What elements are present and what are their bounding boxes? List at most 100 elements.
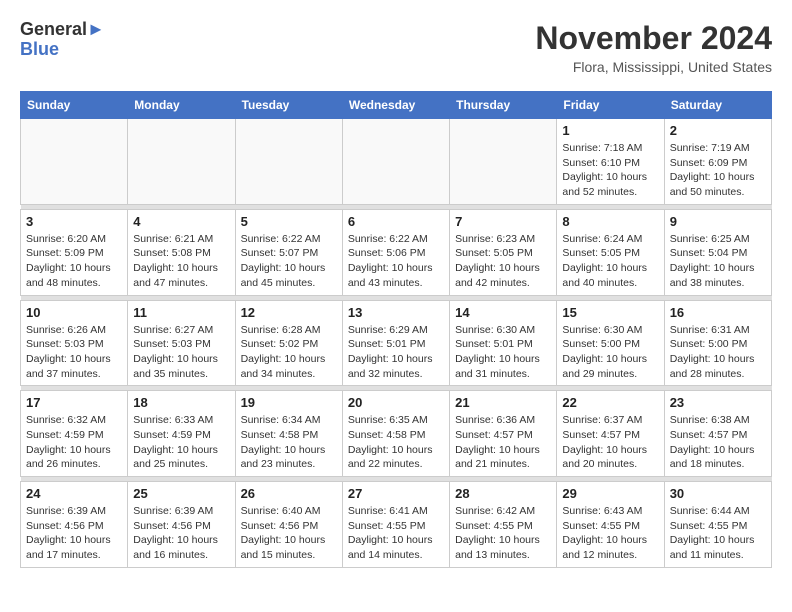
calendar-cell — [342, 119, 449, 205]
day-info: Sunrise: 6:20 AMSunset: 5:09 PMDaylight:… — [26, 232, 122, 291]
weekday-header-saturday: Saturday — [664, 92, 771, 119]
calendar-week-row: 1 Sunrise: 7:18 AMSunset: 6:10 PMDaylight… — [21, 119, 772, 205]
day-number: 16 — [670, 305, 766, 320]
logo: General► Blue — [20, 20, 105, 60]
day-number: 13 — [348, 305, 444, 320]
day-info: Sunrise: 6:30 AMSunset: 5:01 PMDaylight:… — [455, 323, 551, 382]
logo-blue-text: Blue — [20, 39, 59, 59]
day-number: 24 — [26, 486, 122, 501]
calendar-header-row: SundayMondayTuesdayWednesdayThursdayFrid… — [21, 92, 772, 119]
day-info: Sunrise: 6:41 AMSunset: 4:55 PMDaylight:… — [348, 504, 444, 563]
weekday-header-monday: Monday — [128, 92, 235, 119]
day-number: 21 — [455, 395, 551, 410]
calendar-cell: 5Sunrise: 6:22 AMSunset: 5:07 PMDaylight… — [235, 209, 342, 295]
day-number: 18 — [133, 395, 229, 410]
calendar-body: 1 Sunrise: 7:18 AMSunset: 6:10 PMDaylight… — [21, 119, 772, 568]
calendar-cell: 14Sunrise: 6:30 AMSunset: 5:01 PMDayligh… — [450, 300, 557, 386]
day-info: Sunrise: 6:44 AMSunset: 4:55 PMDaylight:… — [670, 504, 766, 563]
weekday-header-thursday: Thursday — [450, 92, 557, 119]
day-info: Sunrise: 6:23 AMSunset: 5:05 PMDaylight:… — [455, 232, 551, 291]
logo-wordmark: General► Blue — [20, 20, 105, 60]
day-number: 26 — [241, 486, 337, 501]
day-info: Sunrise: 6:42 AMSunset: 4:55 PMDaylight:… — [455, 504, 551, 563]
day-number: 23 — [670, 395, 766, 410]
day-info: Sunrise: 6:33 AMSunset: 4:59 PMDaylight:… — [133, 413, 229, 472]
calendar-cell — [128, 119, 235, 205]
day-number: 28 — [455, 486, 551, 501]
calendar-cell: 21 Sunrise: 6:36 AMSunset: 4:57 PMDayligh… — [450, 391, 557, 477]
calendar-cell: 25 Sunrise: 6:39 AMSunset: 4:56 PMDayligh… — [128, 482, 235, 568]
logo-general-text: General — [20, 19, 87, 39]
month-title: November 2024 — [535, 20, 772, 57]
calendar: SundayMondayTuesdayWednesdayThursdayFrid… — [20, 91, 772, 568]
calendar-cell: 7 Sunrise: 6:23 AMSunset: 5:05 PMDaylight… — [450, 209, 557, 295]
calendar-week-row: 10Sunrise: 6:26 AMSunset: 5:03 PMDayligh… — [21, 300, 772, 386]
day-info: Sunrise: 6:32 AMSunset: 4:59 PMDaylight:… — [26, 413, 122, 472]
calendar-cell: 3 Sunrise: 6:20 AMSunset: 5:09 PMDaylight… — [21, 209, 128, 295]
calendar-cell: 23Sunrise: 6:38 AMSunset: 4:57 PMDayligh… — [664, 391, 771, 477]
day-number: 19 — [241, 395, 337, 410]
calendar-cell: 9 Sunrise: 6:25 AMSunset: 5:04 PMDaylight… — [664, 209, 771, 295]
day-info: Sunrise: 6:21 AMSunset: 5:08 PMDaylight:… — [133, 232, 229, 291]
calendar-cell: 8Sunrise: 6:24 AMSunset: 5:05 PMDaylight… — [557, 209, 664, 295]
day-info: Sunrise: 7:19 AMSunset: 6:09 PMDaylight:… — [670, 141, 766, 200]
calendar-cell: 20 Sunrise: 6:35 AMSunset: 4:58 PMDayligh… — [342, 391, 449, 477]
calendar-cell: 28 Sunrise: 6:42 AMSunset: 4:55 PMDayligh… — [450, 482, 557, 568]
calendar-cell: 18 Sunrise: 6:33 AMSunset: 4:59 PMDayligh… — [128, 391, 235, 477]
day-info: Sunrise: 6:29 AMSunset: 5:01 PMDaylight:… — [348, 323, 444, 382]
day-number: 1 — [562, 123, 658, 138]
day-number: 25 — [133, 486, 229, 501]
weekday-header-wednesday: Wednesday — [342, 92, 449, 119]
day-number: 20 — [348, 395, 444, 410]
calendar-cell — [235, 119, 342, 205]
calendar-week-row: 17 Sunrise: 6:32 AMSunset: 4:59 PMDayligh… — [21, 391, 772, 477]
day-number: 29 — [562, 486, 658, 501]
header: General► Blue November 2024 Flora, Missi… — [20, 20, 772, 75]
calendar-cell: 12Sunrise: 6:28 AMSunset: 5:02 PMDayligh… — [235, 300, 342, 386]
day-info: Sunrise: 6:40 AMSunset: 4:56 PMDaylight:… — [241, 504, 337, 563]
calendar-cell: 6 Sunrise: 6:22 AMSunset: 5:06 PMDaylight… — [342, 209, 449, 295]
day-number: 27 — [348, 486, 444, 501]
day-number: 11 — [133, 305, 229, 320]
day-info: Sunrise: 6:24 AMSunset: 5:05 PMDaylight:… — [562, 232, 658, 291]
day-number: 22 — [562, 395, 658, 410]
day-number: 4 — [133, 214, 229, 229]
day-info: Sunrise: 6:25 AMSunset: 5:04 PMDaylight:… — [670, 232, 766, 291]
day-info: Sunrise: 6:39 AMSunset: 4:56 PMDaylight:… — [133, 504, 229, 563]
calendar-cell: 11 Sunrise: 6:27 AMSunset: 5:03 PMDayligh… — [128, 300, 235, 386]
day-info: Sunrise: 6:30 AMSunset: 5:00 PMDaylight:… — [562, 323, 658, 382]
calendar-cell: 13 Sunrise: 6:29 AMSunset: 5:01 PMDayligh… — [342, 300, 449, 386]
calendar-cell: 26 Sunrise: 6:40 AMSunset: 4:56 PMDayligh… — [235, 482, 342, 568]
calendar-week-row: 3 Sunrise: 6:20 AMSunset: 5:09 PMDaylight… — [21, 209, 772, 295]
calendar-cell: 22Sunrise: 6:37 AMSunset: 4:57 PMDayligh… — [557, 391, 664, 477]
calendar-cell: 4 Sunrise: 6:21 AMSunset: 5:08 PMDaylight… — [128, 209, 235, 295]
day-info: Sunrise: 6:22 AMSunset: 5:07 PMDaylight:… — [241, 232, 337, 291]
weekday-header-friday: Friday — [557, 92, 664, 119]
weekday-header-sunday: Sunday — [21, 92, 128, 119]
day-number: 10 — [26, 305, 122, 320]
day-info: Sunrise: 6:34 AMSunset: 4:58 PMDaylight:… — [241, 413, 337, 472]
day-number: 6 — [348, 214, 444, 229]
day-info: Sunrise: 6:36 AMSunset: 4:57 PMDaylight:… — [455, 413, 551, 472]
day-info: Sunrise: 6:27 AMSunset: 5:03 PMDaylight:… — [133, 323, 229, 382]
day-info: Sunrise: 7:18 AMSunset: 6:10 PMDaylight:… — [562, 141, 658, 200]
day-number: 3 — [26, 214, 122, 229]
logo-icon-shape: ► — [87, 19, 105, 39]
calendar-cell — [450, 119, 557, 205]
title-area: November 2024 Flora, Mississippi, United… — [535, 20, 772, 75]
calendar-cell: 24Sunrise: 6:39 AMSunset: 4:56 PMDayligh… — [21, 482, 128, 568]
calendar-cell: 16Sunrise: 6:31 AMSunset: 5:00 PMDayligh… — [664, 300, 771, 386]
calendar-cell: 1 Sunrise: 7:18 AMSunset: 6:10 PMDaylight… — [557, 119, 664, 205]
day-number: 2 — [670, 123, 766, 138]
calendar-cell: 2 Sunrise: 7:19 AMSunset: 6:09 PMDaylight… — [664, 119, 771, 205]
day-info: Sunrise: 6:35 AMSunset: 4:58 PMDaylight:… — [348, 413, 444, 472]
day-number: 17 — [26, 395, 122, 410]
weekday-header-tuesday: Tuesday — [235, 92, 342, 119]
day-number: 30 — [670, 486, 766, 501]
day-number: 9 — [670, 214, 766, 229]
calendar-cell: 15Sunrise: 6:30 AMSunset: 5:00 PMDayligh… — [557, 300, 664, 386]
day-number: 7 — [455, 214, 551, 229]
location-title: Flora, Mississippi, United States — [535, 59, 772, 75]
day-number: 12 — [241, 305, 337, 320]
day-info: Sunrise: 6:22 AMSunset: 5:06 PMDaylight:… — [348, 232, 444, 291]
